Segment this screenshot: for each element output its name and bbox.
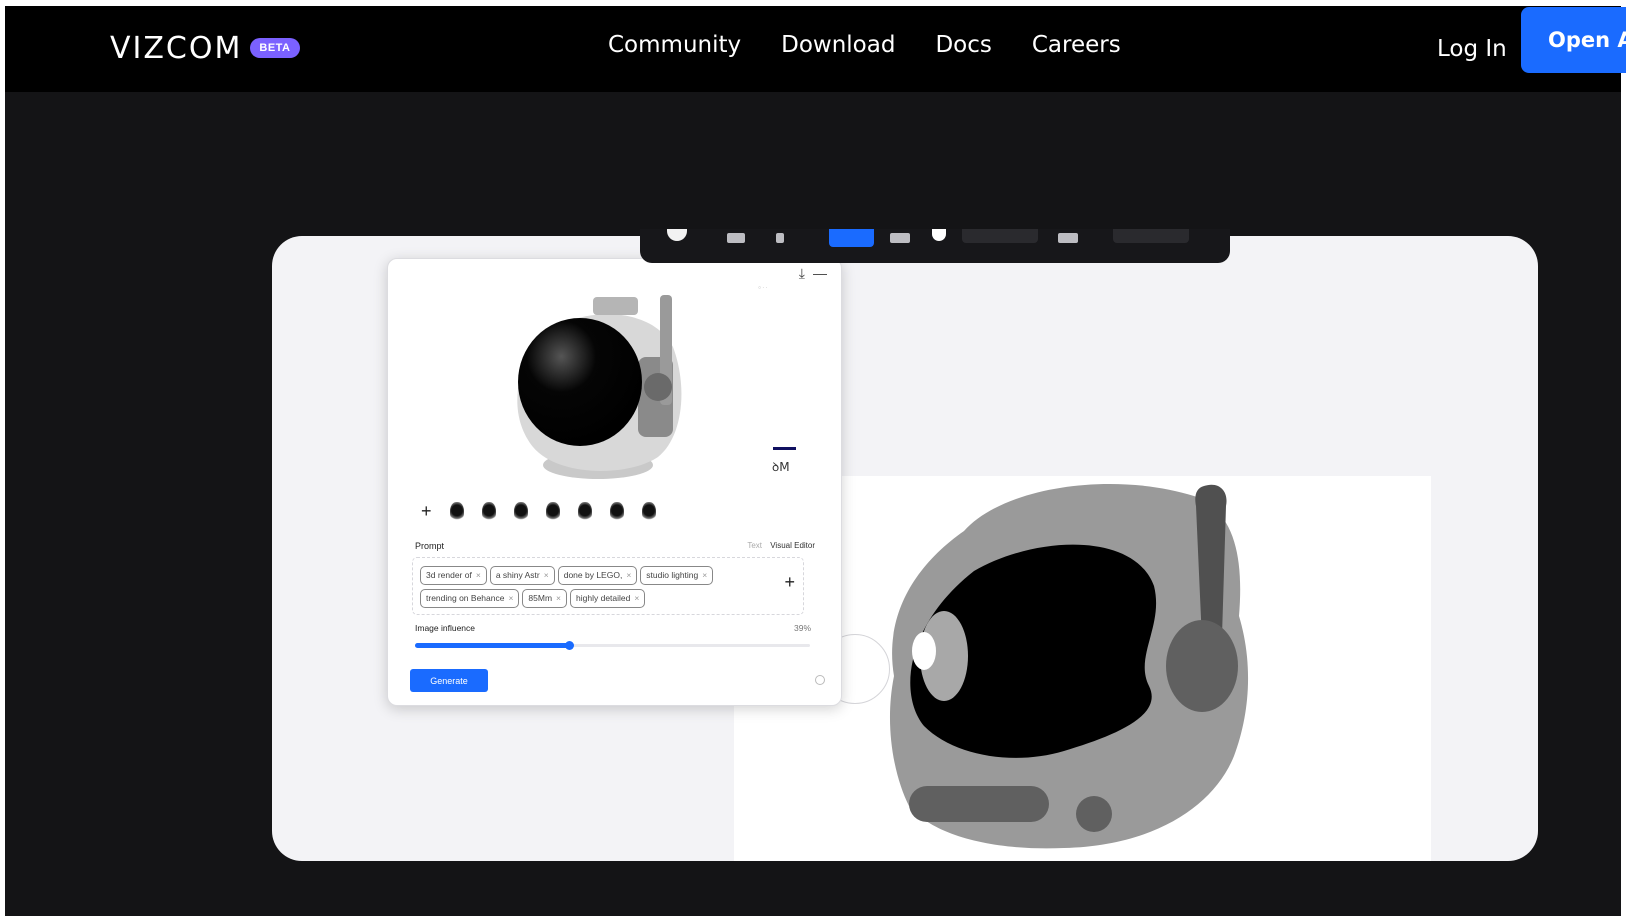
export-button[interactable]	[1113, 229, 1189, 243]
side-module-shape	[1166, 620, 1238, 712]
chip-label: a shiny Astr	[495, 570, 540, 580]
close-icon[interactable]: ×	[556, 593, 561, 603]
prompt-chip[interactable]: 3d render of ×	[420, 566, 487, 585]
generation-panel: ⤓ — ○ · · ꝺM + Prompt Text Visual Editor…	[387, 258, 842, 706]
page: VIZCOM BETA Community Download Docs Care…	[5, 6, 1621, 916]
brush-mode-dropdown[interactable]	[962, 229, 1038, 243]
prompt-chip[interactable]: studio lighting ×	[640, 566, 714, 585]
variation-thumbnails: +	[421, 501, 656, 522]
top-nav: VIZCOM BETA Community Download Docs Care…	[5, 6, 1621, 92]
render-preview-image	[517, 295, 682, 479]
variation-thumbnail[interactable]	[449, 501, 464, 522]
preview-label: ꝺM	[772, 460, 790, 474]
collar-ring-shape	[909, 786, 1049, 822]
nav-link-download[interactable]: Download	[781, 32, 895, 58]
slider-fill	[415, 643, 570, 648]
visor-highlight-shape	[912, 632, 936, 670]
variation-thumbnail[interactable]	[609, 501, 624, 522]
prompt-input[interactable]: 3d render of × a shiny Astr × done by LEGO…	[412, 557, 804, 615]
variation-thumbnail[interactable]	[545, 501, 560, 522]
nav-links: Community Download Docs Careers	[608, 32, 1121, 58]
minimize-icon[interactable]: —	[813, 265, 827, 282]
close-icon[interactable]: ×	[702, 570, 707, 580]
logo-wordmark: VIZCOM	[110, 30, 243, 66]
variation-thumbnail[interactable]	[641, 501, 656, 522]
close-icon[interactable]: ×	[508, 593, 513, 603]
nav-link-community[interactable]: Community	[608, 32, 741, 58]
prompt-chip[interactable]: a shiny Astr ×	[489, 566, 555, 585]
visual-editor-tab[interactable]: Visual Editor	[770, 541, 815, 550]
helmet-visor-shape	[518, 318, 642, 446]
chip-label: trending on Behance	[426, 593, 505, 603]
prompt-chip[interactable]: 85Mm ×	[522, 589, 568, 608]
download-icon[interactable]: ⤓	[799, 265, 805, 282]
chip-label: 3d render of	[426, 570, 472, 580]
image-influence-value: 39%	[793, 623, 811, 633]
prompt-mode-toggle: Text Visual Editor	[747, 541, 815, 550]
help-icon[interactable]	[815, 675, 825, 685]
active-tool-button[interactable]	[829, 229, 874, 247]
close-icon[interactable]: ×	[544, 570, 549, 580]
image-influence-slider[interactable]	[415, 641, 810, 650]
add-variation-plus-icon[interactable]: +	[421, 501, 432, 522]
select-tool-icon[interactable]	[727, 233, 745, 243]
chip-label: 85Mm	[528, 593, 553, 603]
variation-thumbnail[interactable]	[513, 501, 528, 522]
prompt-chip[interactable]: highly detailed ×	[570, 589, 646, 608]
helmet-gear-shape	[644, 373, 672, 401]
chip-label: highly detailed	[576, 593, 631, 603]
canvas-toolbar	[640, 229, 1230, 263]
close-icon[interactable]: ×	[626, 570, 631, 580]
add-prompt-plus-icon[interactable]: +	[784, 572, 795, 593]
prompt-chip[interactable]: trending on Behance ×	[420, 589, 520, 608]
generate-button[interactable]: Generate	[410, 669, 488, 692]
text-mode-tab[interactable]: Text	[747, 541, 762, 550]
chin-bulge-shape	[896, 734, 936, 774]
brush-tool-icon[interactable]	[667, 229, 687, 241]
chip-label: studio lighting	[646, 570, 699, 580]
variation-thumbnail[interactable]	[481, 501, 496, 522]
prompt-chip[interactable]: done by LEGO, ×	[557, 566, 638, 585]
panel-toolbar: ⤓ —	[799, 265, 827, 282]
color-picker-icon[interactable]	[932, 229, 946, 241]
close-icon[interactable]: ×	[634, 593, 639, 603]
login-link[interactable]: Log In	[1437, 36, 1507, 62]
nav-link-docs[interactable]: Docs	[935, 32, 991, 58]
open-app-button[interactable]: Open Ap	[1521, 7, 1626, 73]
slider-handle[interactable]	[565, 641, 575, 650]
nav-link-careers[interactable]: Careers	[1032, 32, 1121, 58]
fill-tool-icon[interactable]	[890, 233, 910, 243]
preview-meta: ○ · ·	[758, 285, 768, 291]
variation-thumbnail[interactable]	[577, 501, 592, 522]
close-icon[interactable]: ×	[476, 570, 481, 580]
chip-label: done by LEGO,	[563, 570, 623, 580]
logo[interactable]: VIZCOM BETA	[110, 28, 300, 68]
prompt-chips: 3d render of × a shiny Astr × done by LEGO…	[420, 566, 760, 608]
collar-bolt-shape	[1076, 796, 1112, 832]
helmet-top-block-shape	[593, 297, 638, 315]
shape-tool-icon[interactable]	[1058, 233, 1078, 243]
beta-badge: BETA	[250, 38, 300, 58]
preview-indicator	[773, 447, 796, 450]
move-tool-icon[interactable]	[776, 233, 784, 243]
prompt-label: Prompt	[415, 541, 445, 551]
image-influence-label: Image influence	[415, 623, 476, 633]
